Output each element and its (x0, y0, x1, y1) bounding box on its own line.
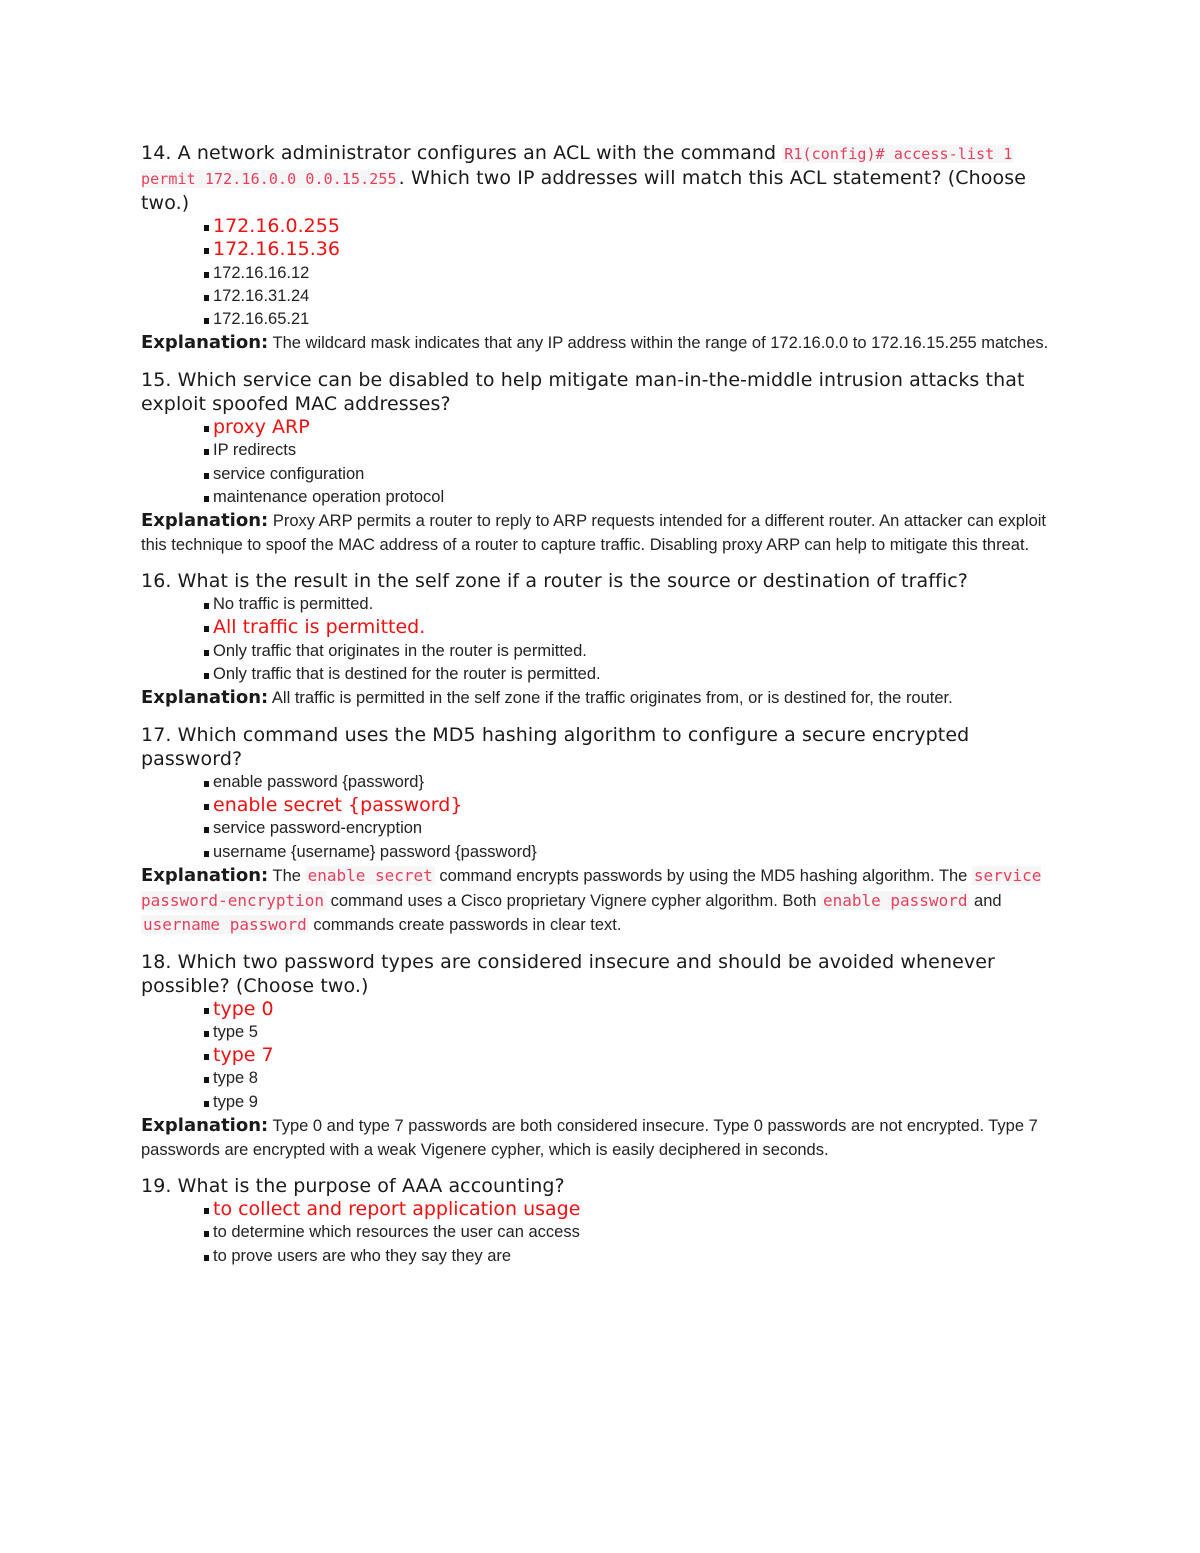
explanation-fragment: commands create passwords in clear text. (308, 916, 622, 935)
explanation-label: Explanation: (141, 1115, 269, 1137)
explanation: Explanation: All traffic is permitted in… (141, 686, 1061, 711)
explanation-text: Proxy ARP permits a router to reply to A… (141, 512, 1046, 554)
answer-option-correct: enable secret {password} (204, 794, 1061, 817)
answer-option: enable password {password} (204, 771, 1061, 794)
question-text: A network administrator configures an AC… (177, 142, 777, 164)
explanation-text: All traffic is permitted in the self zon… (271, 689, 953, 708)
question-text: Which command uses the MD5 hashing algor… (141, 723, 970, 770)
explanation-fragment: command encrypts passwords by using the … (434, 867, 972, 886)
explanation-text: The enable secret command encrypts passw… (141, 866, 1042, 935)
answer-option: 172.16.31.24 (204, 285, 1061, 308)
answer-option: IP redirects (204, 439, 1061, 462)
answer-option: type 9 (204, 1091, 1061, 1114)
question-title: 19. What is the purpose of AAA accountin… (141, 1174, 1061, 1198)
answer-option-correct: 172.16.0.255 (204, 215, 1061, 238)
question-text: What is the purpose of AAA accounting? (177, 1175, 565, 1198)
question-16: 16. What is the result in the self zone … (141, 569, 1061, 711)
answer-option: Only traffic that is destined for the ro… (204, 663, 1061, 686)
answer-option: 172.16.65.21 (204, 308, 1061, 331)
explanation-fragment: command uses a Cisco proprietary Vignere… (326, 891, 821, 910)
inline-code: username password (141, 915, 309, 935)
quiz-document: 14. A network administrator configures a… (141, 141, 1061, 1280)
question-number: 19. (141, 1175, 172, 1198)
answer-option: to prove users are who they say they are (204, 1245, 1061, 1268)
question-number: 14. (141, 142, 172, 164)
question-number: 17. (141, 723, 172, 746)
answer-option-correct: type 0 (204, 998, 1061, 1021)
question-title: 16. What is the result in the self zone … (141, 569, 1061, 593)
answer-option-correct: All traffic is permitted. (204, 616, 1061, 639)
inline-code: enable secret (305, 866, 435, 886)
answer-option: service configuration (204, 463, 1061, 486)
question-title: 18. Which two password types are conside… (141, 950, 1061, 998)
explanation-text: The wildcard mask indicates that any IP … (272, 334, 1049, 353)
answer-option: maintenance operation protocol (204, 486, 1061, 509)
answer-option-correct: to collect and report application usage (204, 1198, 1061, 1221)
answer-option: service password-encryption (204, 817, 1061, 840)
explanation-label: Explanation: (141, 510, 269, 532)
question-number: 15. (141, 368, 172, 391)
question-number: 16. (141, 570, 172, 593)
answer-options: No traffic is permitted. All traffic is p… (141, 593, 1061, 686)
explanation-fragment: The (272, 867, 306, 886)
answer-option: 172.16.16.12 (204, 262, 1061, 285)
explanation-label: Explanation: (141, 332, 269, 354)
question-14: 14. A network administrator configures a… (141, 141, 1061, 356)
answer-option-correct: 172.16.15.36 (204, 238, 1061, 261)
answer-option: username {username} password {password} (204, 841, 1061, 864)
explanation: Explanation: The wildcard mask indicates… (141, 331, 1061, 356)
answer-option-correct: type 7 (204, 1044, 1061, 1067)
question-19: 19. What is the purpose of AAA accountin… (141, 1174, 1061, 1268)
answer-options: enable password {password} enable secret … (141, 771, 1061, 864)
explanation-text: Type 0 and type 7 passwords are both con… (141, 1117, 1038, 1159)
answer-options: type 0 type 5 type 7 type 8 type 9 (141, 998, 1061, 1114)
answer-option-correct: proxy ARP (204, 416, 1061, 439)
inline-code: enable password (820, 890, 970, 910)
question-title: 15. Which service can be disabled to hel… (141, 368, 1061, 416)
question-text: Which two password types are considered … (141, 950, 995, 997)
question-title: 14. A network administrator configures a… (141, 141, 1061, 215)
answer-option: to determine which resources the user ca… (204, 1221, 1061, 1244)
answer-option: No traffic is permitted. (204, 593, 1061, 616)
question-title: 17. Which command uses the MD5 hashing a… (141, 723, 1061, 771)
question-15: 15. Which service can be disabled to hel… (141, 368, 1061, 557)
explanation-label: Explanation: (141, 687, 269, 709)
answer-options: to collect and report application usage t… (141, 1198, 1061, 1268)
explanation: Explanation: Proxy ARP permits a router … (141, 509, 1061, 557)
explanation: Explanation: The enable secret command e… (141, 864, 1061, 938)
explanation: Explanation: Type 0 and type 7 passwords… (141, 1114, 1061, 1162)
question-17: 17. Which command uses the MD5 hashing a… (141, 723, 1061, 938)
answer-options: proxy ARP IP redirects service configurati… (141, 416, 1061, 509)
question-text: What is the result in the self zone if a… (177, 570, 968, 593)
explanation-fragment: and (969, 891, 1002, 910)
question-text: Which service can be disabled to help mi… (141, 368, 1025, 415)
answer-option: type 5 (204, 1021, 1061, 1044)
question-number: 18. (141, 950, 172, 973)
answer-option: type 8 (204, 1067, 1061, 1090)
answer-option: Only traffic that originates in the rout… (204, 640, 1061, 663)
explanation-label: Explanation: (141, 865, 269, 887)
question-18: 18. Which two password types are conside… (141, 950, 1061, 1162)
answer-options: 172.16.0.255 172.16.15.36 172.16.16.12 172.… (141, 215, 1061, 331)
